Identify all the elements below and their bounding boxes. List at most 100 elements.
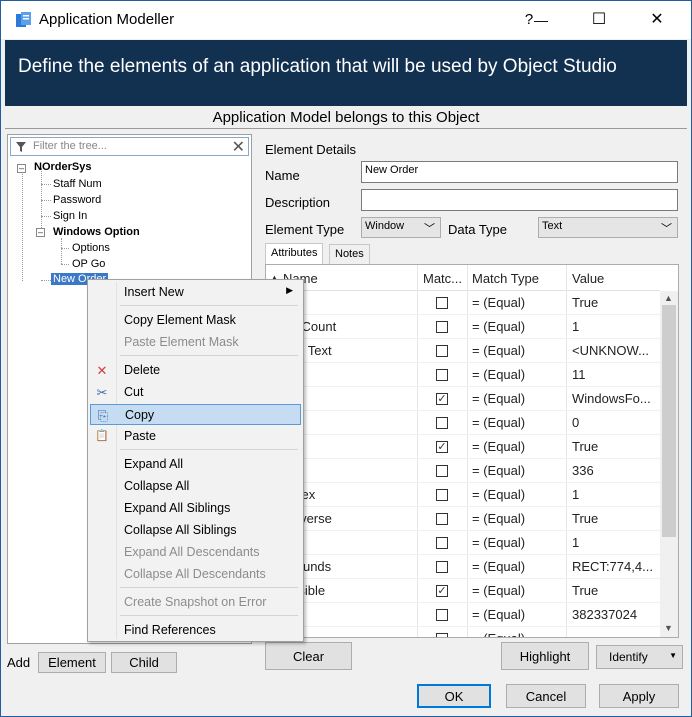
value-cell[interactable]: 11 (572, 367, 658, 382)
collapse-toggle-icon[interactable]: – (36, 228, 45, 237)
table-row[interactable]: th Reverse= (Equal)True (266, 507, 660, 531)
match-type-cell[interactable]: = (Equal) (472, 559, 562, 574)
match-type-cell[interactable]: = (Equal) (472, 487, 562, 502)
value-cell[interactable]: True (572, 511, 658, 526)
element-type-select[interactable]: Window ﹀ (361, 217, 441, 238)
table-row[interactable]: ht= (Equal)336 (266, 459, 660, 483)
table-row[interactable]: N= (Equal) (266, 627, 660, 637)
tab-attributes[interactable]: Attributes (265, 243, 324, 265)
header-match-type[interactable]: Match Type (472, 271, 539, 286)
table-row[interactable]: en Visible✓= (Equal)True (266, 579, 660, 603)
table-row[interactable]: = (Equal) 382337024 (266, 603, 660, 627)
menu-item-collapse-all-descendants[interactable]: Collapse All Descendants (90, 564, 301, 585)
match-checkbox[interactable] (436, 537, 448, 549)
menu-item-expand-all-siblings[interactable]: Expand All Siblings (90, 498, 301, 519)
menu-item-collapse-all[interactable]: Collapse All (90, 476, 301, 497)
minimize-button[interactable]: — (521, 7, 561, 33)
tree-node-sign-in[interactable]: Sign In (53, 210, 87, 222)
match-type-cell[interactable]: = (Equal) (472, 367, 562, 382)
menu-item-find-references[interactable]: Find References (90, 620, 301, 641)
value-cell[interactable]: True (572, 295, 658, 310)
menu-item-expand-all-descendants[interactable]: Expand All Descendants (90, 542, 301, 563)
match-checkbox[interactable] (436, 417, 448, 429)
value-cell[interactable]: 336 (572, 463, 658, 478)
value-cell[interactable]: 1 (572, 535, 658, 550)
highlight-button[interactable]: Highlight (501, 642, 589, 670)
match-type-cell[interactable]: = (Equal) (472, 295, 562, 310)
tree-node-norderSys[interactable]: NOrderSys (34, 161, 91, 173)
tree-node-windows-option[interactable]: Windows Option (53, 226, 140, 238)
value-cell[interactable]: 382337024 (572, 607, 658, 622)
match-type-cell[interactable]: = (Equal) (472, 343, 562, 358)
add-child-button[interactable]: Child (111, 652, 177, 673)
tree-filter-input[interactable]: Filter the tree... ✕ (10, 137, 249, 156)
header-match[interactable]: Matc... (423, 271, 462, 286)
table-row[interactable]: en Bounds= (Equal)RECT:774,4... (266, 555, 660, 579)
menu-item-insert-new[interactable]: Insert New ▶ (90, 282, 301, 303)
match-checkbox[interactable] (436, 297, 448, 309)
close-button[interactable]: ✕ (637, 7, 677, 33)
clear-button[interactable]: Clear (265, 642, 352, 670)
match-checkbox[interactable]: ✓ (436, 393, 448, 405)
tree-node-options[interactable]: Options (72, 242, 110, 254)
value-cell[interactable]: 1 (572, 319, 658, 334)
match-type-cell[interactable]: = (Equal) (472, 439, 562, 454)
maximize-button[interactable]: ☐ (579, 7, 619, 33)
match-type-cell[interactable]: = (Equal) (472, 463, 562, 478)
match-checkbox[interactable] (436, 465, 448, 477)
tree-node-password[interactable]: Password (53, 194, 101, 206)
match-checkbox[interactable] (436, 609, 448, 621)
add-element-button[interactable]: Element (38, 652, 106, 673)
menu-item-collapse-all-siblings[interactable]: Collapse All Siblings (90, 520, 301, 541)
match-checkbox[interactable] (436, 561, 448, 573)
value-cell[interactable]: True (572, 583, 658, 598)
table-row[interactable]: estor Count= (Equal)1 (266, 315, 660, 339)
scrollbar-thumb[interactable] (662, 305, 676, 537)
table-row[interactable]: Count= (Equal)11 (266, 363, 660, 387)
cancel-button[interactable]: Cancel (506, 684, 586, 708)
menu-item-delete[interactable]: ✕ Delete (90, 360, 301, 381)
menu-item-cut[interactable]: ✂ Cut (90, 382, 301, 403)
match-checkbox[interactable] (436, 321, 448, 333)
value-cell[interactable]: True (572, 439, 658, 454)
value-cell[interactable]: 1 (572, 487, 658, 502)
table-row[interactable]: nal= (Equal)1 (266, 531, 660, 555)
collapse-toggle-icon[interactable]: – (17, 164, 26, 173)
apply-button[interactable]: Apply (599, 684, 679, 708)
match-type-cell[interactable]: = (Equal) (472, 415, 562, 430)
match-type-cell[interactable]: = (Equal) (472, 631, 562, 637)
menu-item-copy[interactable]: ⎘ Copy (90, 404, 301, 425)
tree-node-op-go[interactable]: OP Go (72, 258, 105, 270)
match-type-cell[interactable]: = (Equal) (472, 319, 562, 334)
match-checkbox[interactable] (436, 489, 448, 501)
value-cell[interactable]: WindowsFo... (572, 391, 658, 406)
value-cell[interactable]: RECT:774,4... (572, 559, 658, 574)
menu-item-paste[interactable]: 📋 Paste (90, 426, 301, 447)
table-row[interactable]: rol ID= (Equal)0 (266, 411, 660, 435)
header-value[interactable]: Value (572, 271, 604, 286)
match-checkbox[interactable]: ✓ (436, 441, 448, 453)
name-field[interactable]: New Order (361, 161, 678, 183)
table-row[interactable]: e= (Equal)True (266, 291, 660, 315)
table-row[interactable]: led✓= (Equal)True (266, 435, 660, 459)
value-cell[interactable]: 0 (572, 415, 658, 430)
match-type-cell[interactable]: = (Equal) (472, 535, 562, 550)
match-checkbox[interactable] (436, 369, 448, 381)
menu-item-copy-element-mask[interactable]: Copy Element Mask (90, 310, 301, 331)
match-type-cell[interactable]: = (Equal) (472, 391, 562, 406)
menu-item-expand-all[interactable]: Expand All (90, 454, 301, 475)
match-checkbox[interactable] (436, 513, 448, 525)
description-field[interactable] (361, 189, 678, 211)
match-checkbox[interactable]: ✓ (436, 585, 448, 597)
table-row[interactable]: estors Text= (Equal)<UNKNOW... (266, 339, 660, 363)
scroll-down-icon[interactable]: ▼ (664, 623, 673, 633)
match-checkbox[interactable] (436, 633, 448, 637)
menu-item-create-snapshot-on-error[interactable]: Create Snapshot on Error (90, 592, 301, 613)
menu-item-paste-element-mask[interactable]: Paste Element Mask (90, 332, 301, 353)
table-row[interactable]: th Index= (Equal)1 (266, 483, 660, 507)
scroll-up-icon[interactable]: ▲ (664, 293, 673, 303)
tab-notes[interactable]: Notes (329, 244, 370, 264)
match-type-cell[interactable]: = (Equal) (472, 607, 562, 622)
match-checkbox[interactable] (436, 345, 448, 357)
table-row[interactable]: Name✓= (Equal)WindowsFo... (266, 387, 660, 411)
